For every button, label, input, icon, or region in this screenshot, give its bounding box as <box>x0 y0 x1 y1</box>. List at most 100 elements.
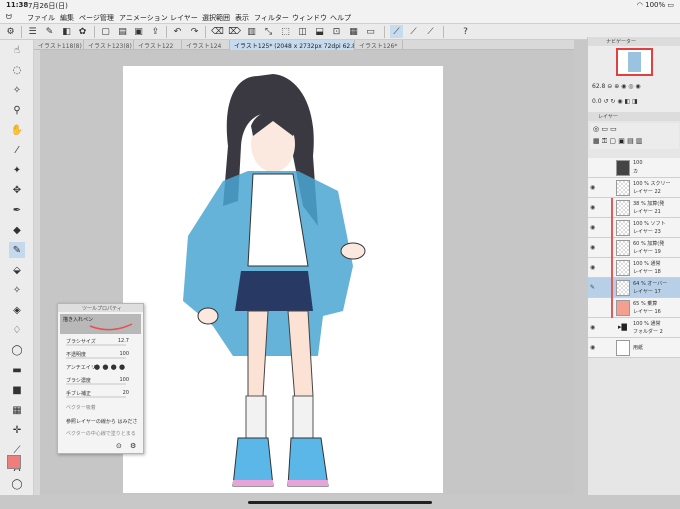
layer-row-8[interactable]: ◉ ▸▇ 100 % 通常 フォルダー 2 <box>588 318 680 338</box>
layer-settings-icon[interactable]: ◧ <box>60 25 73 38</box>
airbrush-icon[interactable]: ✧ <box>9 282 25 298</box>
menu-icon[interactable]: ☰ <box>26 25 39 38</box>
layer-row-0[interactable]: 100 カ <box>588 158 680 178</box>
tab-active[interactable]: イラスト125* (2048 x 2732px 72dpi 62.8%) <box>230 40 355 50</box>
undo-icon[interactable]: ↶ <box>171 25 184 38</box>
stabilization-slider[interactable] <box>66 396 126 398</box>
ruler-icon[interactable]: ✛ <box>9 422 25 438</box>
menu-layer[interactable]: レイヤー <box>170 13 198 23</box>
clear-icon[interactable]: ⌫ <box>211 25 224 38</box>
tab-1[interactable]: イラスト118(8) <box>34 40 84 50</box>
save-icon[interactable]: ▣ <box>132 25 145 38</box>
ruler-snap-icon[interactable]: ▭ <box>364 25 377 38</box>
zoom-controls-icon[interactable]: ⊖ ⊕ ◉ ◎ ◉ <box>607 83 640 90</box>
density-slider[interactable] <box>66 383 126 385</box>
layer-row-6[interactable]: ✎ 64 % オーバー レイヤー 17 <box>588 278 680 298</box>
antialias-row[interactable]: アンチエイリ ● ● ● ● <box>60 362 141 373</box>
pencil-icon[interactable]: ✎ <box>9 242 25 258</box>
sparkle-icon[interactable]: ✦ <box>9 162 25 178</box>
density-row[interactable]: ブラシ濃度 100 <box>60 375 141 386</box>
invert-selection-icon[interactable]: ◫ <box>296 25 309 38</box>
blend-mode-icon[interactable]: ◎ ▭ ▭ <box>593 125 617 133</box>
menu-animation[interactable]: アニメーション <box>119 13 168 23</box>
new-file-icon[interactable]: ▢ <box>99 25 112 38</box>
menu-help[interactable]: ヘルプ <box>330 13 351 23</box>
menu-view[interactable]: 表示 <box>235 13 249 23</box>
navigator-preview[interactable] <box>616 48 653 76</box>
vector-center-row[interactable]: ベクターの中心線で塗りとまる <box>60 428 141 439</box>
home-indicator[interactable] <box>248 501 432 504</box>
settings-wrench-icon[interactable]: ⚙ <box>130 442 136 450</box>
brush-preset-preview[interactable]: 描き入れペン <box>60 314 141 334</box>
menu-window[interactable]: ウィンドウ <box>292 13 327 23</box>
selection-show-icon[interactable]: ⬓ <box>313 25 326 38</box>
layer-row-1[interactable]: ◉ 100 % スクリー レイヤー 22 <box>588 178 680 198</box>
visibility-eye-icon[interactable]: ◉ <box>590 264 595 271</box>
blend-icon[interactable]: ♢ <box>9 322 25 338</box>
vector-snap-row[interactable]: ベクター吸着 <box>60 402 141 413</box>
crop-icon[interactable]: ⊡ <box>330 25 343 38</box>
gear-icon[interactable]: ✿ <box>76 25 89 38</box>
main-color-swatch[interactable] <box>7 455 21 469</box>
edit-icon[interactable]: ✎ <box>43 25 56 38</box>
transform-icon[interactable]: ⤡ <box>262 25 275 38</box>
opacity-row[interactable]: 不透明度 100 <box>60 349 141 360</box>
brush-icon[interactable]: ⬙ <box>9 262 25 278</box>
lasso-icon[interactable]: ◌ <box>9 62 25 78</box>
layer-row-4[interactable]: ◉ 60 % 加算(発 レイヤー 19 <box>588 238 680 258</box>
tab-3[interactable]: イラスト122 <box>134 40 182 50</box>
move-hand-icon[interactable]: ✋ <box>9 122 25 138</box>
fill-icon[interactable]: ▥ <box>245 25 258 38</box>
eyedropper-icon[interactable]: ⁄ <box>9 142 25 158</box>
menu-file[interactable]: ファイル <box>27 13 55 23</box>
pen-tool-icon[interactable]: ✒ <box>9 202 25 218</box>
snap-grid-icon[interactable]: ⟋ <box>424 25 437 38</box>
app-logo-icon[interactable]: ᗢ <box>6 13 12 22</box>
color-fill-icon[interactable]: ■ <box>9 382 25 398</box>
show-selection-icon[interactable]: ▦ <box>347 25 360 38</box>
pen-edit-icon[interactable]: ✎ <box>590 284 595 291</box>
layer-tools-icon[interactable]: ▦ ⚿ ▢ ▣ ▤ ▥ <box>593 137 643 146</box>
ref-layer-row[interactable]: 参照レイヤーの線から はみださ <box>60 416 141 427</box>
hand-icon[interactable]: ☝ <box>9 42 25 58</box>
rotation-controls-icon[interactable]: ↺ ↻ ◉ ◧ ◨ <box>603 98 637 105</box>
layer-row-7[interactable]: 65 % 乗算 レイヤー 16 <box>588 298 680 318</box>
clear-outside-icon[interactable]: ⌦ <box>228 25 241 38</box>
tab-4[interactable]: イラスト124 <box>182 40 230 50</box>
antialias-options[interactable]: ● ● ● ● <box>94 363 125 371</box>
visibility-eye-icon[interactable]: ◉ <box>590 184 595 191</box>
navigator-zoom-row[interactable]: 62.8 ⊖ ⊕ ◉ ◎ ◉ <box>592 83 641 90</box>
balloon-icon[interactable]: ◯ <box>9 476 25 492</box>
opacity-slider[interactable] <box>66 357 126 359</box>
tab-6[interactable]: イラスト126* <box>355 40 403 50</box>
help-icon[interactable]: ? <box>459 25 472 38</box>
menu-edit[interactable]: 編集 <box>60 13 74 23</box>
open-file-icon[interactable]: ▤ <box>116 25 129 38</box>
stabilization-row[interactable]: 手ブレ補正 20 <box>60 388 141 399</box>
snap-ruler-icon[interactable]: ⟋ <box>390 25 403 38</box>
tab-2[interactable]: イラスト123(8) <box>84 40 134 50</box>
brush-size-slider[interactable] <box>66 344 126 346</box>
layer-row-3[interactable]: ◉ 100 % ソフト レイヤー 23 <box>588 218 680 238</box>
layer-row-9[interactable]: ◉ 用紙 <box>588 338 680 358</box>
fill-bucket-icon[interactable]: ◯ <box>9 342 25 358</box>
redo-icon[interactable]: ↷ <box>188 25 201 38</box>
menu-page[interactable]: ページ管理 <box>79 13 114 23</box>
marker-icon[interactable]: ◆ <box>9 222 25 238</box>
move-icon[interactable]: ✥ <box>9 182 25 198</box>
eraser-icon[interactable]: ◈ <box>9 302 25 318</box>
canvas[interactable] <box>123 66 443 493</box>
menu-selection[interactable]: 選択範囲 <box>202 13 230 23</box>
visibility-eye-icon[interactable]: ◉ <box>590 324 595 331</box>
visibility-eye-icon[interactable]: ◉ <box>590 244 595 251</box>
layer-row-2[interactable]: ◉ 38 % 加算(発 レイヤー 21 <box>588 198 680 218</box>
settings-icon[interactable]: ⚙ <box>4 25 17 38</box>
gradient-icon[interactable]: ▬ <box>9 362 25 378</box>
magic-wand-icon[interactable]: ✧ <box>9 82 25 98</box>
layer-row-5[interactable]: ◉ 100 % 通常 レイヤー 18 <box>588 258 680 278</box>
visibility-eye-icon[interactable]: ◉ <box>590 224 595 231</box>
visibility-eye-icon[interactable]: ◉ <box>590 344 595 351</box>
tool-property-title[interactable]: ツールプロパティ <box>58 304 143 312</box>
export-icon[interactable]: ⇪ <box>149 25 162 38</box>
navigator-rotation-row[interactable]: 0.0 ↺ ↻ ◉ ◧ ◨ <box>592 98 638 105</box>
